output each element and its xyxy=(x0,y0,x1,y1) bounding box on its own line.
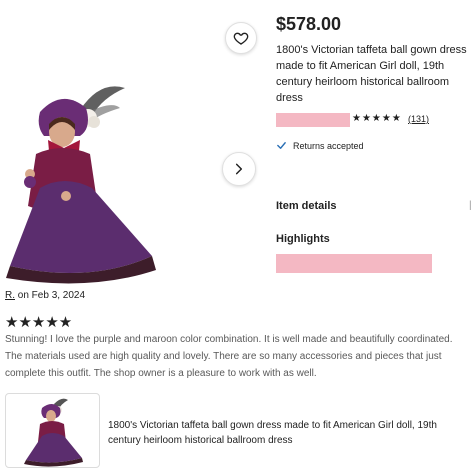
redacted-highlight xyxy=(276,254,432,273)
review-text: Stunning! I love the purple and maroon c… xyxy=(5,334,453,379)
purchased-item-title[interactable]: 1800's Victorian taffeta ball gown dress… xyxy=(108,418,472,448)
doll-thumbnail-image xyxy=(24,398,83,467)
product-image[interactable] xyxy=(0,70,168,290)
review-stars: ★★★★★ xyxy=(5,314,73,331)
divider-edge: | xyxy=(469,200,472,211)
returns-info: Returns accepted xyxy=(276,140,364,151)
reviewer-name[interactable]: R. xyxy=(5,290,15,301)
next-image-button[interactable] xyxy=(222,152,256,186)
item-details-heading[interactable]: Item details xyxy=(276,200,337,212)
shop-rating-stars: ★★★★★ xyxy=(352,113,402,124)
check-icon xyxy=(277,142,286,149)
review-count-link[interactable]: (131) xyxy=(408,114,429,124)
highlights-heading: Highlights xyxy=(276,233,330,245)
review-date: on Feb 3, 2024 xyxy=(15,290,86,301)
heart-icon xyxy=(233,32,249,45)
favorite-button[interactable] xyxy=(225,22,257,54)
listing-title: 1800's Victorian taffeta ball gown dress… xyxy=(276,44,467,104)
purchased-item-thumbnail[interactable] xyxy=(5,393,100,468)
chevron-right-icon xyxy=(235,163,243,175)
listing-price: $578.00 xyxy=(276,14,342,34)
redacted-shop-name[interactable] xyxy=(276,113,350,127)
returns-label: Returns accepted xyxy=(293,140,364,151)
review-meta: R. on Feb 3, 2024 xyxy=(5,290,85,301)
doll-illustration xyxy=(6,86,156,284)
